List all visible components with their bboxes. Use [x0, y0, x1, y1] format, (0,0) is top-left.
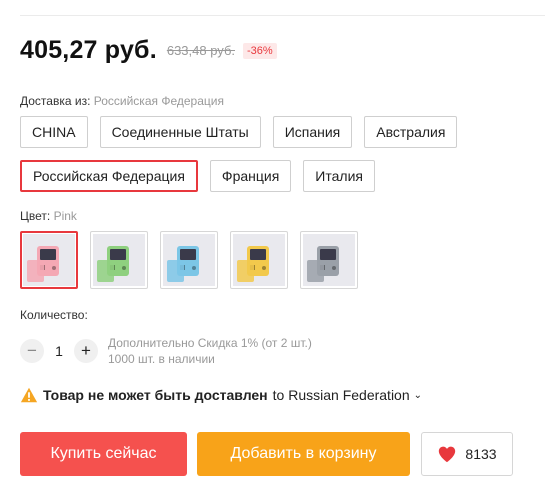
quantity-value[interactable]: 1	[44, 343, 74, 359]
shipping-option-label: Австралия	[376, 124, 446, 140]
stock-text: 1000 шт. в наличии	[108, 352, 215, 366]
console-image-secondary	[307, 260, 324, 282]
color-selected-value: Pink	[53, 209, 77, 223]
shipping-option-spain[interactable]: Испания	[272, 116, 353, 148]
console-image-secondary	[27, 260, 44, 282]
quantity-info: Дополнительно Скидка 1% (от 2 шт.) 1000 …	[108, 335, 312, 367]
quantity-minus-button[interactable]: −	[20, 339, 44, 363]
shipping-option-label: Франция	[221, 168, 280, 184]
product-thumbnail	[93, 234, 145, 286]
price-row: 405,27 руб. 633,48 руб. -36%	[20, 36, 277, 65]
console-image-secondary	[237, 260, 254, 282]
delivery-destination-link[interactable]: to Russian Federation	[273, 387, 410, 403]
quantity-plus-button[interactable]: +	[74, 339, 98, 363]
current-price: 405,27 руб.	[20, 36, 157, 64]
shipping-option-label: Испания	[284, 124, 341, 140]
shipping-selected-value: Российская Федерация	[93, 94, 224, 108]
old-price: 633,48 руб.	[166, 43, 236, 58]
top-divider	[20, 15, 545, 16]
color-swatches	[20, 231, 370, 289]
wishlist-button[interactable]: 8133	[421, 432, 513, 476]
color-swatch-blue[interactable]	[160, 231, 218, 289]
wishlist-count: 8133	[465, 446, 497, 462]
color-label: Цвет: Pink	[20, 209, 77, 223]
color-swatch-green[interactable]	[90, 231, 148, 289]
shipping-option-label: Российская Федерация	[33, 168, 185, 184]
chevron-down-icon[interactable]: ⌄	[414, 390, 422, 401]
color-swatch-gray[interactable]	[300, 231, 358, 289]
delivery-warning: Товар не может быть доставлен to Russian…	[20, 386, 422, 404]
color-swatch-pink[interactable]	[20, 231, 78, 289]
product-thumbnail	[303, 234, 355, 286]
shipping-option-label: Соединенные Штаты	[111, 124, 249, 140]
bulk-discount-text: Дополнительно Скидка 1% (от 2 шт.)	[108, 336, 312, 350]
shipping-option-usa[interactable]: Соединенные Штаты	[99, 116, 261, 148]
color-swatch-yellow[interactable]	[230, 231, 288, 289]
shipping-option-france[interactable]: Франция	[209, 160, 292, 192]
warning-triangle-icon	[20, 387, 38, 403]
shipping-option-label: CHINA	[32, 124, 76, 140]
color-label-text: Цвет:	[20, 209, 51, 223]
delivery-warning-text: Товар не может быть доставлен	[43, 387, 268, 403]
console-image-secondary	[167, 260, 184, 282]
shipping-option-russia[interactable]: Российская Федерация	[20, 160, 198, 192]
shipping-options: CHINA Соединенные Штаты Испания Австрали…	[20, 116, 540, 204]
shipping-option-label: Италия	[315, 168, 363, 184]
product-thumbnail	[233, 234, 285, 286]
buy-now-button[interactable]: Купить сейчас	[20, 432, 187, 476]
quantity-label: Количество:	[20, 308, 88, 322]
shipping-label-text: Доставка из:	[20, 94, 91, 108]
shipping-option-italy[interactable]: Италия	[303, 160, 375, 192]
product-thumbnail	[163, 234, 215, 286]
shipping-label: Доставка из: Российская Федерация	[20, 94, 224, 108]
add-to-cart-button[interactable]: Добавить в корзину	[197, 432, 410, 476]
console-image-secondary	[97, 260, 114, 282]
heart-icon	[439, 446, 456, 463]
shipping-option-china[interactable]: CHINA	[20, 116, 88, 148]
quantity-stepper: − 1 + Дополнительно Скидка 1% (от 2 шт.)…	[20, 335, 312, 367]
discount-badge: -36%	[243, 42, 277, 59]
shipping-option-australia[interactable]: Австралия	[364, 116, 458, 148]
product-thumbnail	[23, 234, 75, 286]
